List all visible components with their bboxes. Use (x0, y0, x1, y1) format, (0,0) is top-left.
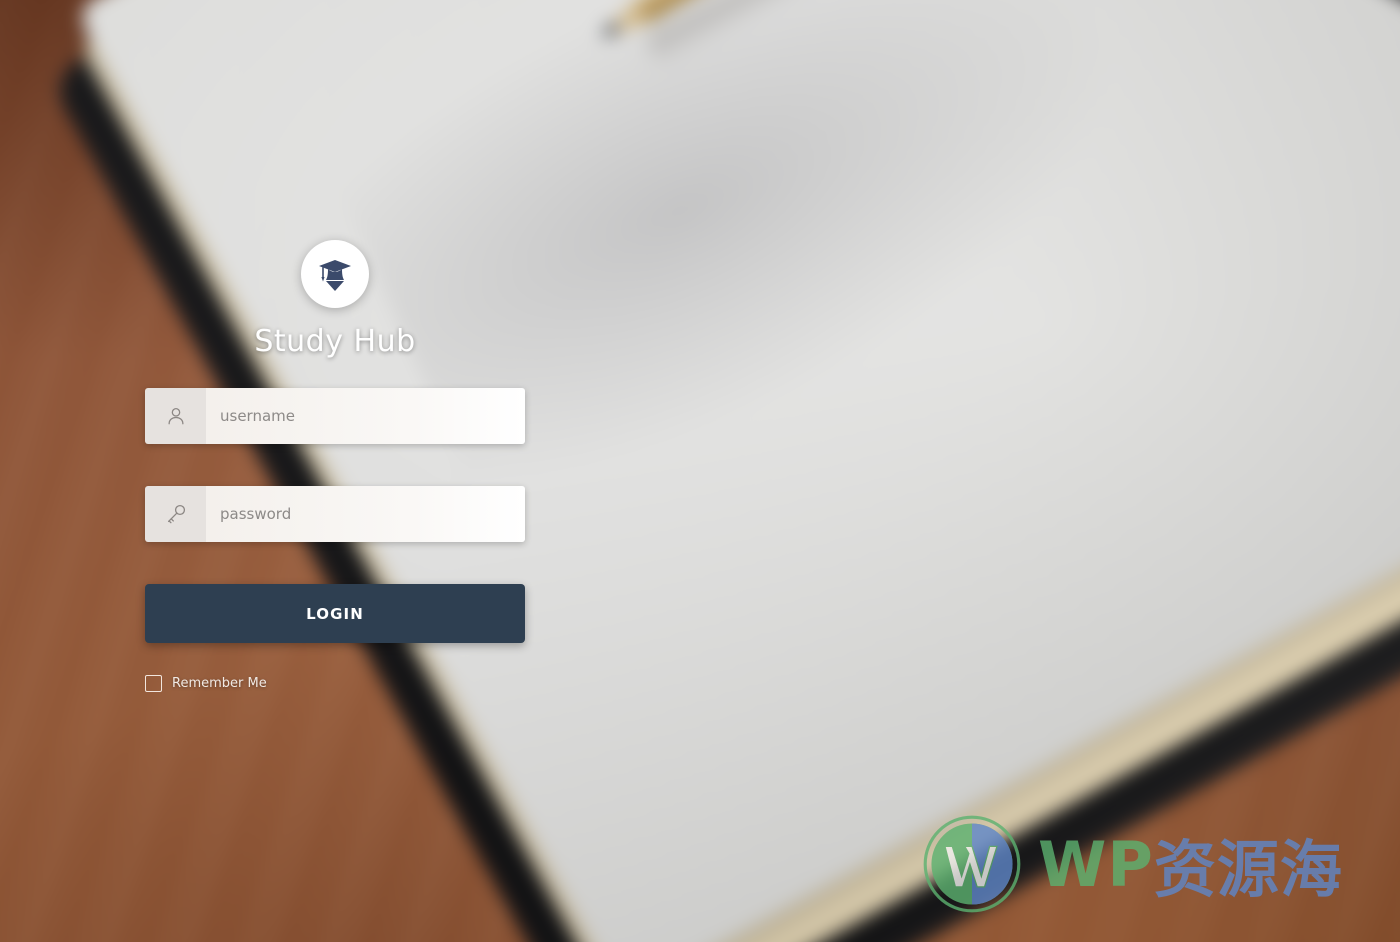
login-panel: Study Hub username LOGIN Remember Me (145, 240, 527, 692)
password-field[interactable] (145, 486, 525, 542)
key-icon (145, 486, 206, 542)
remember-me-row[interactable]: Remember Me (145, 675, 267, 692)
remember-me-label: Remember Me (172, 676, 267, 691)
app-title: Study Hub (254, 324, 416, 359)
login-button[interactable]: LOGIN (145, 584, 525, 643)
remember-me-checkbox[interactable] (145, 675, 162, 692)
username-field[interactable] (145, 388, 525, 444)
wordpress-logo-icon (923, 815, 1021, 913)
password-input[interactable] (206, 486, 525, 542)
username-input[interactable] (206, 388, 525, 444)
site-watermark: WP 资源海 (920, 812, 1343, 916)
watermark-text: WP 资源海 (1038, 819, 1343, 909)
app-logo (301, 240, 369, 308)
login-screen: Study Hub username LOGIN Remember Me WP … (0, 0, 1400, 942)
watermark-latin: WP (1038, 827, 1154, 901)
watermark-cjk: 资源海 (1153, 833, 1343, 906)
graduation-cap-icon (319, 260, 351, 291)
user-icon (145, 388, 206, 444)
brand-block: Study Hub (145, 240, 525, 359)
